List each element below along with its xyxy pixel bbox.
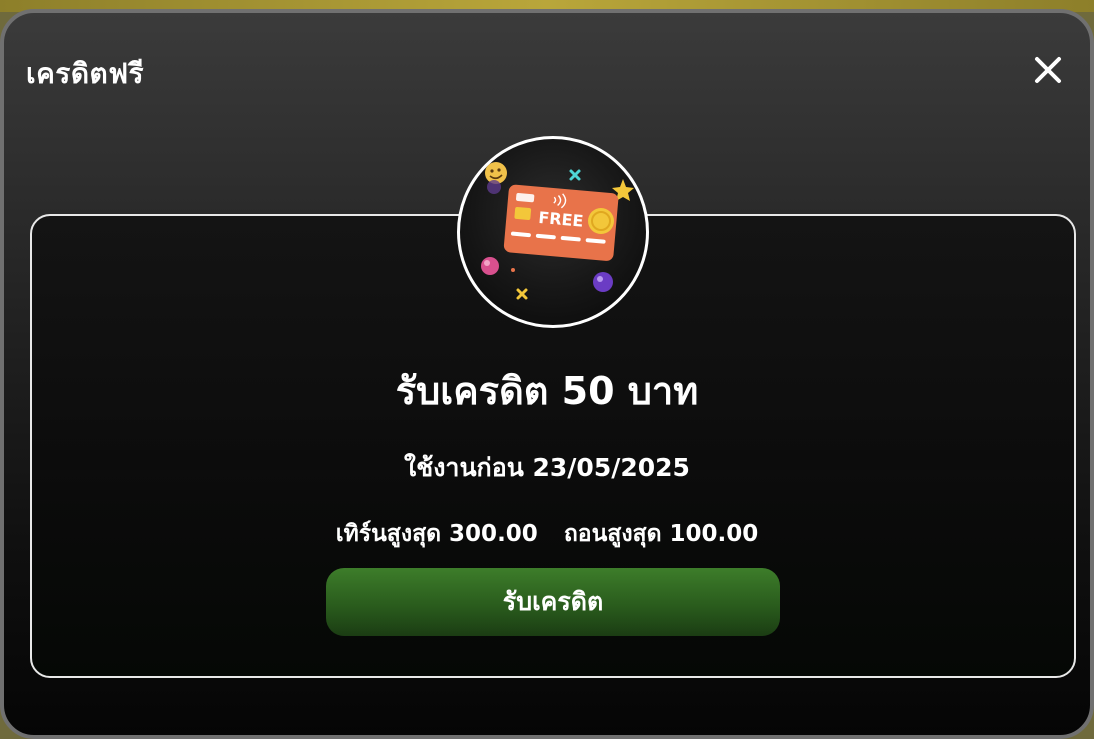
close-button[interactable]: [1028, 50, 1068, 90]
close-icon: [1035, 57, 1061, 83]
credit-limits: เทิร์นสูงสุด 300.00 ถอนสูงสุด 100.00: [0, 516, 1094, 552]
promo-badge: FREE: [457, 136, 649, 328]
max-turnover: เทิร์นสูงสุด 300.00: [335, 521, 538, 547]
credit-amount-headline: รับเครดิต 50 บาท: [395, 369, 699, 413]
max-withdraw: ถอนสูงสุด 100.00: [563, 521, 759, 547]
modal-title: เครดิตฟรี: [26, 57, 145, 90]
free-credit-card-icon: FREE: [481, 162, 634, 300]
claim-credit-button[interactable]: รับเครดิต: [326, 568, 780, 636]
card-label: FREE: [538, 208, 585, 231]
claim-credit-label: รับเครดิต: [502, 587, 604, 616]
expiry-date: ใช้งานก่อน 23/05/2025: [404, 453, 690, 482]
